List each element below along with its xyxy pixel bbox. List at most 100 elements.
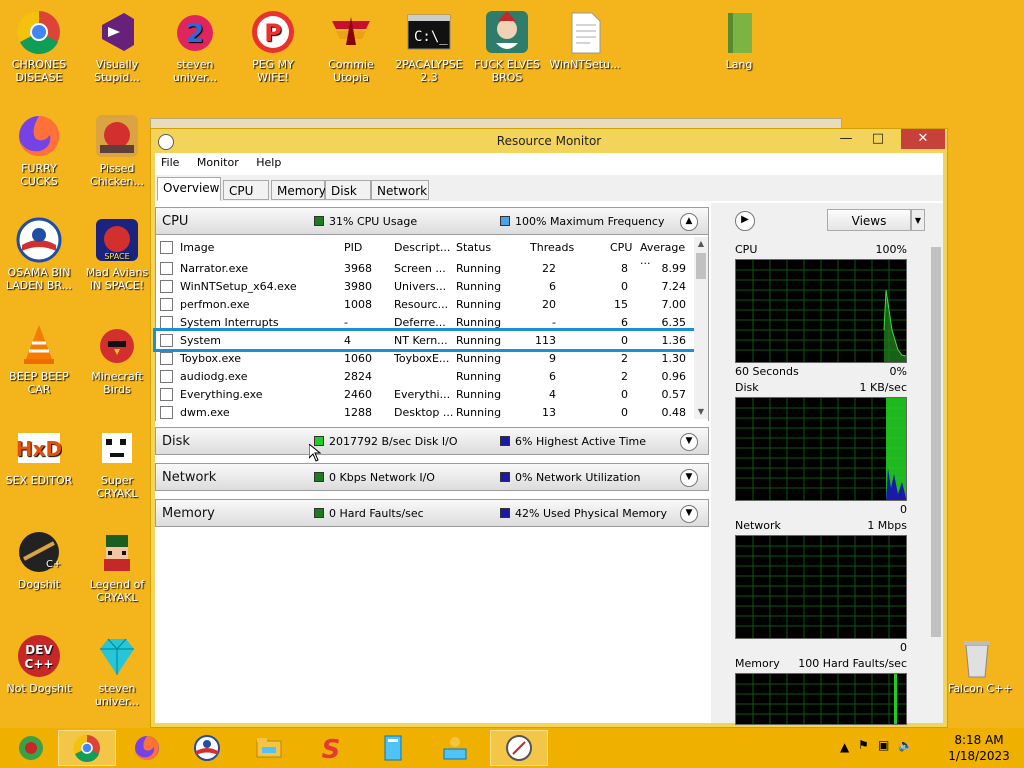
- tab-overview[interactable]: Overview: [157, 177, 221, 201]
- start-button[interactable]: [2, 730, 60, 766]
- desktop-icon-peg-my-wife[interactable]: P PEG MY WIFE!: [236, 8, 310, 84]
- memory-section-header[interactable]: Memory 0 Hard Faults/sec 42% Used Physic…: [155, 499, 709, 527]
- tab-network[interactable]: Network: [371, 180, 429, 200]
- tab-disk[interactable]: Disk: [325, 180, 371, 200]
- views-button[interactable]: Views: [827, 209, 911, 231]
- taskbar-winntsetup[interactable]: [364, 730, 422, 766]
- maximize-button[interactable]: □: [863, 129, 893, 149]
- desktop-icon-recycle-bin[interactable]: [940, 632, 1014, 682]
- overview-left-pane: CPU 31% CPU Usage 100% Maximum Frequency…: [153, 203, 711, 723]
- desktop-icon-commie-utopia[interactable]: Commie Utopia: [314, 8, 388, 84]
- chevron-up-icon[interactable]: ▲: [680, 213, 698, 231]
- taskbar-obama[interactable]: [178, 730, 236, 766]
- disk-section-header[interactable]: Disk 2017792 B/sec Disk I/O 6% Highest A…: [155, 427, 709, 455]
- show-hidden-icons-icon[interactable]: ▲: [840, 740, 849, 754]
- cpu-section-header[interactable]: CPU 31% CPU Usage 100% Maximum Frequency…: [155, 207, 709, 235]
- taskbar-network-user[interactable]: [426, 730, 484, 766]
- desktop-icon-sex-editor[interactable]: HxD SEX EDITOR: [2, 424, 76, 487]
- title-bar[interactable]: Resource Monitor — □ ✕: [151, 129, 947, 153]
- desktop-icon-osama-bin-laden[interactable]: OSAMA BIN LADEN BR...: [2, 216, 76, 292]
- table-row[interactable]: Everything.exe 2460 Everythi... Running 4 0 0.…: [156, 385, 694, 403]
- desktop-icon-legend-of-cryakl[interactable]: Legend of CRYAKL: [80, 528, 154, 604]
- desktop-icon-steven-universe-2[interactable]: steven univer...: [80, 632, 154, 708]
- scroll-down-icon[interactable]: ▼: [694, 405, 708, 419]
- row-checkbox[interactable]: [160, 334, 173, 347]
- network-icon[interactable]: ▣: [878, 738, 889, 752]
- desktop-icon-not-dogshit[interactable]: DEV C++ Not Dogshit: [2, 632, 76, 695]
- desktop-icon-beep-beep-car[interactable]: BEEP BEEP CAR: [2, 320, 76, 396]
- table-row[interactable]: System 4 NT Kern... Running 113 0 1.36: [153, 328, 697, 352]
- desktop-icon-dogshit[interactable]: C++ Dogshit: [2, 528, 76, 591]
- row-checkbox[interactable]: [160, 370, 173, 383]
- desktop-icon-falcon-cpp[interactable]: Falcon C++: [940, 682, 1014, 695]
- graphs-scrollbar[interactable]: [929, 233, 943, 723]
- svg-text:S: S: [322, 735, 341, 763]
- desktop-icon-super-cryakl[interactable]: Super CRYAKL: [80, 424, 154, 500]
- table-row[interactable]: audiodg.exe 2824 Running 6 2 0.96: [156, 367, 694, 385]
- desktop-icon-label: Commie Utopia: [328, 58, 374, 84]
- desktop-icon-label: Visually Stupid...: [94, 58, 140, 84]
- table-row[interactable]: perfmon.exe 1008 Resourc... Running 20 15 7.00: [156, 295, 694, 313]
- table-row[interactable]: dwm.exe 1288 Desktop ... Running 13 0 0.48: [156, 403, 694, 421]
- tab-cpu[interactable]: CPU: [223, 180, 269, 200]
- desktop-icon-lang[interactable]: Lang: [702, 8, 776, 71]
- desktop-icon-label: FURRY CUCKS: [20, 162, 58, 188]
- scroll-thumb[interactable]: [931, 247, 941, 637]
- row-checkbox[interactable]: [160, 298, 173, 311]
- row-checkbox[interactable]: [160, 352, 173, 365]
- pane-splitter[interactable]: [711, 203, 725, 723]
- chevron-right-icon[interactable]: ▶: [735, 211, 755, 231]
- desktop-icon-chrones-disease[interactable]: CHRONES DISEASE: [2, 8, 76, 84]
- close-button[interactable]: ✕: [901, 129, 945, 149]
- chevron-down-icon[interactable]: ▼: [680, 505, 698, 523]
- col-cpu[interactable]: CPU: [610, 241, 632, 254]
- col-pid[interactable]: PID: [344, 241, 362, 254]
- chevron-down-icon[interactable]: ▼: [680, 469, 698, 487]
- scroll-thumb[interactable]: [696, 253, 706, 279]
- table-row[interactable]: WinNTSetup_x64.exe 3980 Univers... Running 6…: [156, 277, 694, 295]
- taskbar-chrome[interactable]: [58, 730, 116, 766]
- menu-file[interactable]: File: [155, 153, 187, 169]
- tab-memory[interactable]: Memory: [271, 180, 326, 200]
- desktop-icon-minecraft-birds[interactable]: Minecraft Birds: [80, 320, 154, 396]
- col-image[interactable]: Image: [180, 241, 214, 254]
- taskbar-s-app[interactable]: S: [302, 730, 360, 766]
- col-description[interactable]: Descript...: [394, 241, 450, 254]
- table-row[interactable]: System Interrupts - Deferre... Running - 6 6.3…: [156, 313, 694, 331]
- views-dropdown-icon[interactable]: ▼: [911, 209, 925, 231]
- disk-active-swatch: [500, 436, 510, 446]
- col-status[interactable]: Status: [456, 241, 491, 254]
- row-threads: 6: [549, 280, 556, 293]
- desktop-icon-fuck-elves-bros[interactable]: FUCK ELVES BROS: [470, 8, 544, 84]
- row-checkbox[interactable]: [160, 262, 173, 275]
- minimize-button[interactable]: —: [831, 129, 861, 149]
- row-checkbox[interactable]: [160, 316, 173, 329]
- table-row[interactable]: Narrator.exe 3968 Screen ... Running 22 8 8.99: [156, 259, 694, 277]
- menu-monitor[interactable]: Monitor: [191, 153, 247, 169]
- row-checkbox[interactable]: [160, 388, 173, 401]
- desktop-icon-winntsetup[interactable]: WinNTSetu...: [548, 8, 622, 71]
- row-pid: -: [344, 316, 348, 329]
- desktop-icon-mad-avians[interactable]: SPACE Mad Avians IN SPACE!: [80, 216, 154, 292]
- desktop-icon-pissed-chicken[interactable]: Pissed Chicken...: [80, 112, 154, 188]
- desktop-icon-2pacalypse[interactable]: C:\_ 2PACALYPSE 2.3: [392, 8, 466, 84]
- chevron-down-icon[interactable]: ▼: [680, 433, 698, 451]
- desktop-icon-steven-universe[interactable]: 2 steven univer...: [158, 8, 232, 84]
- desktop-icon-furry-cucks[interactable]: FURRY CUCKS: [2, 112, 76, 188]
- volume-icon[interactable]: 🔈: [898, 738, 913, 752]
- network-section-header[interactable]: Network 0 Kbps Network I/O 0% Network Ut…: [155, 463, 709, 491]
- action-center-flag-icon[interactable]: ⚑: [858, 738, 869, 752]
- menu-help[interactable]: Help: [250, 153, 289, 169]
- taskbar-file-explorer[interactable]: [240, 730, 298, 766]
- scroll-up-icon[interactable]: ▲: [694, 237, 708, 251]
- table-row[interactable]: Toybox.exe 1060 ToyboxE... Running 9 2 1.30: [156, 349, 694, 367]
- cpu-table-scrollbar[interactable]: ▲ ▼: [694, 237, 708, 419]
- row-checkbox[interactable]: [160, 280, 173, 293]
- clock[interactable]: 8:18 AM 1/18/2023: [944, 732, 1014, 764]
- desktop-icon-visually-stupid[interactable]: Visually Stupid...: [80, 8, 154, 84]
- taskbar-resource-monitor[interactable]: [490, 730, 548, 766]
- select-all-checkbox[interactable]: [160, 241, 173, 254]
- taskbar-firefox[interactable]: [118, 730, 176, 766]
- row-checkbox[interactable]: [160, 406, 173, 419]
- col-threads[interactable]: Threads: [530, 241, 574, 254]
